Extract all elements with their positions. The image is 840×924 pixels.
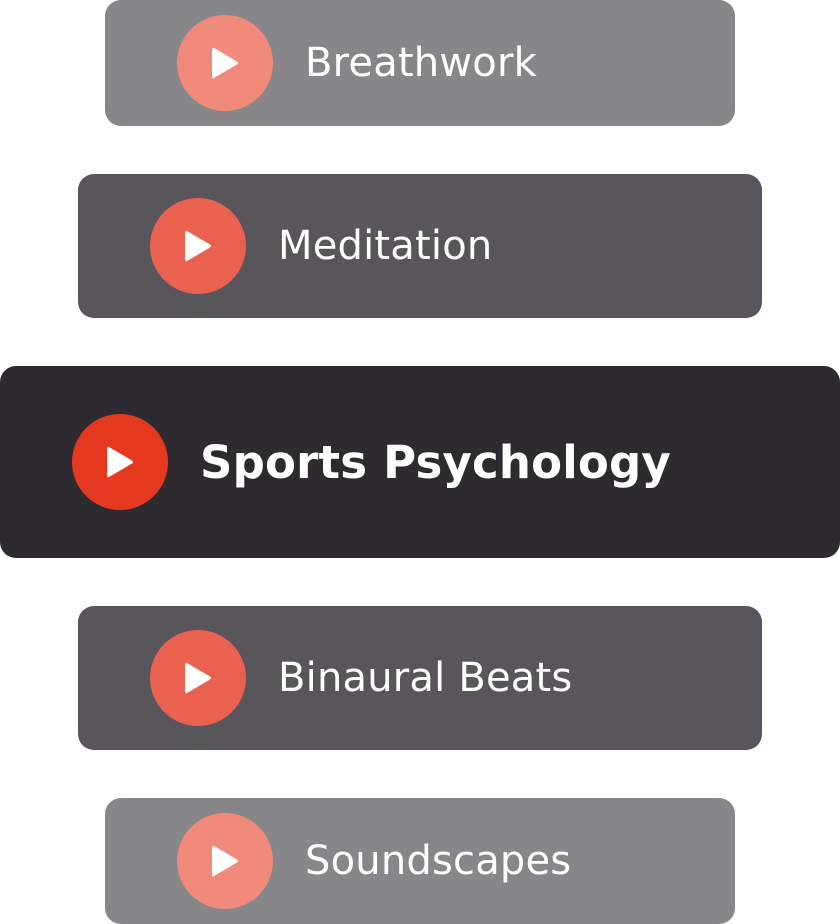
play-icon [212, 845, 238, 877]
card-breathwork[interactable]: Breathwork [105, 0, 735, 126]
card-label: Breathwork [305, 40, 537, 86]
card-label: Meditation [278, 223, 493, 269]
play-icon [185, 230, 211, 262]
play-icon [185, 662, 211, 694]
play-button[interactable] [150, 630, 246, 726]
play-button[interactable] [150, 198, 246, 294]
play-button[interactable] [177, 15, 273, 111]
card-meditation[interactable]: Meditation [78, 174, 762, 318]
card-sports-psychology[interactable]: Sports Psychology [0, 366, 840, 558]
card-soundscapes[interactable]: Soundscapes [105, 798, 735, 924]
card-label: Binaural Beats [278, 655, 573, 701]
card-label: Soundscapes [305, 838, 572, 884]
play-button[interactable] [72, 414, 168, 510]
card-binaural-beats[interactable]: Binaural Beats [78, 606, 762, 750]
play-icon [107, 446, 133, 478]
card-label: Sports Psychology [200, 435, 671, 489]
play-button[interactable] [177, 813, 273, 909]
play-icon [212, 47, 238, 79]
